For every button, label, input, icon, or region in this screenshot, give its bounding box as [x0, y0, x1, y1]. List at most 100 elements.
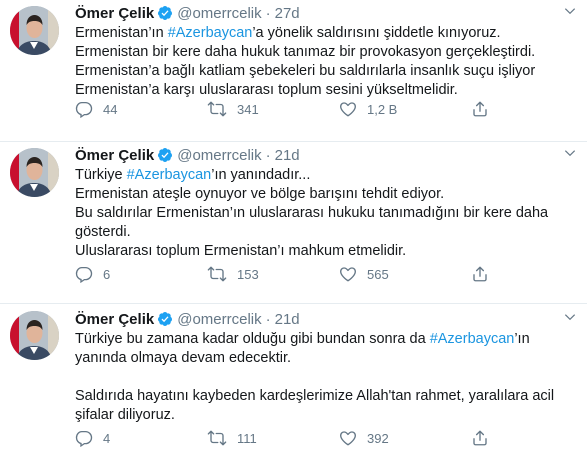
share-icon [471, 429, 499, 447]
reply-icon [75, 265, 103, 283]
tweet-actions: 6 153 565 [75, 264, 499, 284]
hashtag-link[interactable]: #Azerbaycan [127, 167, 212, 183]
tweet-text-line: Ermenistan bir kere daha hukuk tanımaz b… [75, 43, 577, 62]
replies-count: 4 [103, 430, 111, 446]
tweet-text-line: yanında olmaya devam edecektir. [75, 349, 577, 368]
retweets-count: 341 [237, 101, 259, 117]
reply-button[interactable]: 6 [75, 265, 207, 283]
heart-icon [339, 100, 367, 118]
author-handle[interactable]: @omerrcelik [177, 5, 261, 22]
tweet-text-line: şifalar diliyoruz. [75, 406, 577, 425]
tweet-text-line: Ermenistan ateşle oynuyor ve bölge barış… [75, 185, 577, 204]
heart-icon [339, 429, 367, 447]
share-button[interactable] [471, 429, 499, 447]
author-name[interactable]: Ömer Çelik [75, 311, 154, 328]
text-segment: Türkiye [75, 167, 127, 183]
retweet-icon [207, 100, 237, 118]
text-segment: şifalar diliyoruz. [75, 407, 175, 423]
tweet-text-line [75, 368, 577, 387]
tweet-body: Ömer Çelik @omerrcelik · 21d Türkiye bu zama… [75, 308, 577, 425]
text-segment: Uluslararası toplum Ermenistan’ı mahkum … [75, 243, 407, 259]
separator-dot: · [265, 310, 271, 328]
tweet-text-line: Ermenistan’a bağlı katliam şebekeleri bu… [75, 62, 577, 81]
text-segment: Ermenistan’ın [75, 25, 168, 41]
tweet-timestamp[interactable]: 21d [275, 147, 300, 164]
like-button[interactable]: 1,2 B [339, 100, 471, 118]
chevron-down-icon[interactable] [563, 310, 577, 324]
text-segment: Ermenistan bir kere daha hukuk tanımaz b… [75, 44, 536, 60]
text-segment: gösterdi. [75, 224, 131, 240]
tweet-text-line: Ermenistan’a karşı uluslararası toplum s… [75, 81, 577, 100]
like-button[interactable]: 392 [339, 429, 471, 447]
tweet-body: Ömer Çelik @omerrcelik · 27d Ermenistan’ın #… [75, 2, 577, 100]
tweet-text-line: Uluslararası toplum Ermenistan’ı mahkum … [75, 242, 577, 261]
tweet-text-line: gösterdi. [75, 223, 577, 242]
retweets-count: 153 [237, 266, 259, 282]
text-segment: ’a yönelik saldırısını şiddetle kınıyoru… [252, 25, 501, 41]
tweet-text: Türkiye bu zamana kadar olduğu gibi bund… [75, 330, 577, 425]
text-segment: ’ın [514, 331, 530, 347]
tweet-header: Ömer Çelik @omerrcelik · 21d [75, 308, 577, 330]
author-handle[interactable]: @omerrcelik [177, 311, 261, 328]
tweet-body: Ömer Çelik @omerrcelik · 21d Türkiye #Azerba… [75, 144, 577, 261]
tweet-actions: 4 111 392 [75, 428, 499, 448]
share-button[interactable] [471, 100, 499, 118]
text-segment: yanında olmaya devam edecektir. [75, 350, 292, 366]
tweet-text-line: Bu saldırılar Ermenistan’ın uluslararası… [75, 204, 577, 223]
text-segment: Ermenistan ateşle oynuyor ve bölge barış… [75, 186, 445, 202]
tweet-feed: Ömer Çelik @omerrcelik · 27d Ermenistan’ın #… [0, 0, 587, 461]
share-icon [471, 100, 499, 118]
text-segment: Türkiye bu zamana kadar olduğu gibi bund… [75, 331, 430, 347]
retweet-button[interactable]: 341 [207, 100, 339, 118]
text-segment: Bu saldırılar Ermenistan’ın uluslararası… [75, 205, 549, 221]
replies-count: 6 [103, 266, 111, 282]
reply-button[interactable]: 44 [75, 100, 207, 118]
retweet-button[interactable]: 153 [207, 265, 339, 283]
tweet-text-line: Türkiye bu zamana kadar olduğu gibi bund… [75, 330, 577, 349]
text-segment: ’ın yanındadır... [211, 167, 311, 183]
hashtag-link[interactable]: #Azerbaycan [168, 25, 253, 41]
verified-badge-icon [157, 311, 173, 327]
heart-icon [339, 265, 367, 283]
author-handle[interactable]: @omerrcelik [177, 147, 261, 164]
reply-icon [75, 100, 103, 118]
tweet[interactable]: Ömer Çelik @omerrcelik · 27d Ermenistan’ın #… [0, 0, 587, 142]
tweet-text-line: Türkiye #Azerbaycan’ın yanındadır... [75, 166, 577, 185]
verified-badge-icon [157, 147, 173, 163]
reply-button[interactable]: 4 [75, 429, 207, 447]
verified-badge-icon [157, 5, 173, 21]
hashtag-link[interactable]: #Azerbaycan [430, 331, 515, 347]
tweet-text-line: Ermenistan’ın #Azerbaycan’a yönelik sald… [75, 24, 577, 43]
separator-dot: · [265, 146, 271, 164]
tweet-timestamp[interactable]: 27d [275, 5, 300, 22]
reply-icon [75, 429, 103, 447]
share-icon [471, 265, 499, 283]
retweet-icon [207, 265, 237, 283]
tweet-header: Ömer Çelik @omerrcelik · 27d [75, 2, 577, 24]
chevron-down-icon[interactable] [563, 146, 577, 160]
likes-count: 392 [367, 430, 389, 446]
avatar[interactable] [10, 311, 59, 360]
avatar[interactable] [10, 148, 59, 197]
separator-dot: · [265, 4, 271, 22]
text-segment: Saldırıda hayatını kaybeden kardeşlerimi… [75, 388, 555, 404]
tweet-text-line: Saldırıda hayatını kaybeden kardeşlerimi… [75, 387, 577, 406]
text-segment: Ermenistan’a karşı uluslararası toplum s… [75, 82, 458, 98]
tweet-text: Türkiye #Azerbaycan’ın yanındadır... Erme… [75, 166, 577, 261]
author-name[interactable]: Ömer Çelik [75, 147, 154, 164]
tweet-actions: 44 341 1,2 B [75, 99, 499, 119]
avatar[interactable] [10, 6, 59, 55]
likes-count: 1,2 B [367, 101, 398, 117]
share-button[interactable] [471, 265, 499, 283]
tweet-timestamp[interactable]: 21d [275, 311, 300, 328]
author-name[interactable]: Ömer Çelik [75, 5, 154, 22]
chevron-down-icon[interactable] [563, 4, 577, 18]
tweet[interactable]: Ömer Çelik @omerrcelik · 21d Türkiye #Azerba… [0, 142, 587, 304]
retweets-count: 111 [237, 430, 257, 446]
like-button[interactable]: 565 [339, 265, 471, 283]
retweet-icon [207, 429, 237, 447]
tweet[interactable]: Ömer Çelik @omerrcelik · 21d Türkiye bu zama… [0, 304, 587, 461]
retweet-button[interactable]: 111 [207, 429, 339, 447]
replies-count: 44 [103, 101, 118, 117]
tweet-header: Ömer Çelik @omerrcelik · 21d [75, 144, 577, 166]
